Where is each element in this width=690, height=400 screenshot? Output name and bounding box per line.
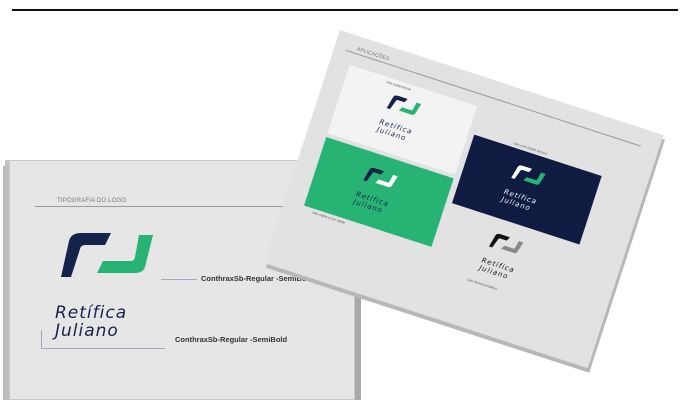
leader-bracket-left — [41, 330, 42, 348]
sheet-edge — [3, 166, 9, 400]
panel-caption: Uso sobre a cor verde — [311, 210, 346, 225]
font-caption-bottom: ConthraxSb-Regular -SemiBold — [175, 335, 288, 344]
logo-wordmark-line1: Retífica — [55, 303, 128, 323]
panel-caption: Uso monocromático — [466, 277, 498, 292]
logo-mark — [61, 231, 157, 301]
leader-line-top — [161, 279, 197, 280]
leader-bracket-bottom — [41, 348, 165, 349]
panel-caption: Uso preferencial — [385, 79, 412, 92]
logo-wordmark-line2: Juliano — [55, 321, 119, 341]
panel-caption: Uso com fundo escuro — [512, 141, 548, 156]
font-caption-top: ConthraxSb-Regular -SemiBold — [201, 274, 314, 283]
section-title: TIPOGRAFIA DO LOGO — [57, 198, 127, 204]
top-divider — [12, 9, 678, 11]
